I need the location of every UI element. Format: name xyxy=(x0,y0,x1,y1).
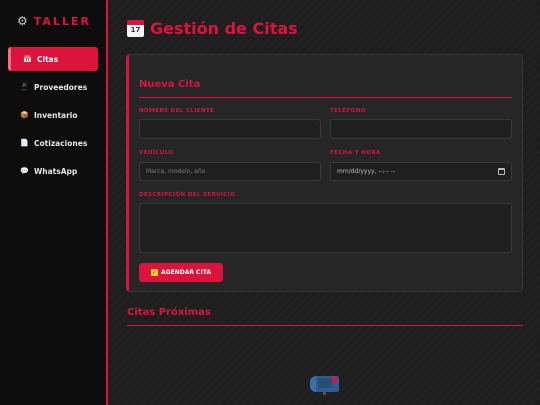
phone-input[interactable] xyxy=(330,119,512,139)
sidebar-item-label: Citas xyxy=(37,54,59,64)
box-icon: 📦 xyxy=(20,111,29,119)
sidebar-item-label: WhatsApp xyxy=(34,166,78,176)
sidebar-item-label: Cotizaciones xyxy=(34,138,88,148)
sidebar-item-label: Proveedores xyxy=(34,82,88,92)
datetime-input[interactable]: mm/dd/yyyy, --:-- -- xyxy=(330,162,512,181)
sidebar-item-cotizaciones[interactable]: 📄 Cotizaciones xyxy=(8,131,98,155)
calendar-icon: 📅 xyxy=(23,55,32,63)
mailbox-icon xyxy=(310,376,339,395)
page-title: 17 Gestión de Citas xyxy=(127,19,298,38)
phone-icon: 📱 xyxy=(20,83,29,91)
check-icon: ✓ xyxy=(151,269,159,276)
sidebar-nav: 📅 Citas 📱 Proveedores 📦 Inventario 📄 Cot… xyxy=(0,47,106,183)
brand-name: TALLER xyxy=(33,14,91,28)
sidebar-item-inventario[interactable]: 📦 Inventario xyxy=(8,103,98,127)
page-title-text: Gestión de Citas xyxy=(150,19,298,38)
datetime-label: FECHA Y HORA xyxy=(330,150,381,156)
calendar-picker-icon[interactable] xyxy=(498,168,505,175)
sidebar-item-proveedores[interactable]: 📱 Proveedores xyxy=(8,75,98,99)
divider xyxy=(127,325,523,326)
vehicle-input[interactable]: Marca, modelo, año xyxy=(139,162,321,181)
description-label: DESCRIPCIÓN DEL SERVICIO xyxy=(139,192,236,198)
sidebar-item-citas[interactable]: 📅 Citas xyxy=(8,47,98,71)
schedule-appointment-button[interactable]: ✓ AGENDAR CITA xyxy=(139,263,223,282)
sidebar-item-whatsapp[interactable]: 💬 WhatsApp xyxy=(8,159,98,183)
calendar-icon: 17 xyxy=(127,20,144,37)
document-icon: 📄 xyxy=(20,139,29,147)
sidebar: ⚙ TALLER 📅 Citas 📱 Proveedores 📦 Inventa… xyxy=(0,0,108,405)
vehicle-label: VEHÍCULO xyxy=(139,150,174,156)
sidebar-item-label: Inventario xyxy=(34,110,78,120)
gear-icon: ⚙ xyxy=(17,14,28,28)
client-name-input[interactable] xyxy=(139,119,321,139)
datetime-value: mm/dd/yyyy, --:-- -- xyxy=(337,168,396,175)
new-appointment-card: Nueva Cita NOMBRE DEL CLIENTE TELÉFONO V… xyxy=(126,54,523,292)
divider xyxy=(139,97,512,98)
description-textarea[interactable] xyxy=(139,203,512,253)
card-title: Nueva Cita xyxy=(139,79,201,90)
chat-icon: 💬 xyxy=(20,167,29,175)
client-name-label: NOMBRE DEL CLIENTE xyxy=(139,108,215,114)
schedule-appointment-label: AGENDAR CITA xyxy=(161,269,211,276)
phone-label: TELÉFONO xyxy=(330,108,366,114)
brand: ⚙ TALLER xyxy=(0,0,106,42)
main-content: 17 Gestión de Citas Nueva Cita NOMBRE DE… xyxy=(110,0,540,405)
upcoming-appointments-title: Citas Próximas xyxy=(127,307,211,318)
